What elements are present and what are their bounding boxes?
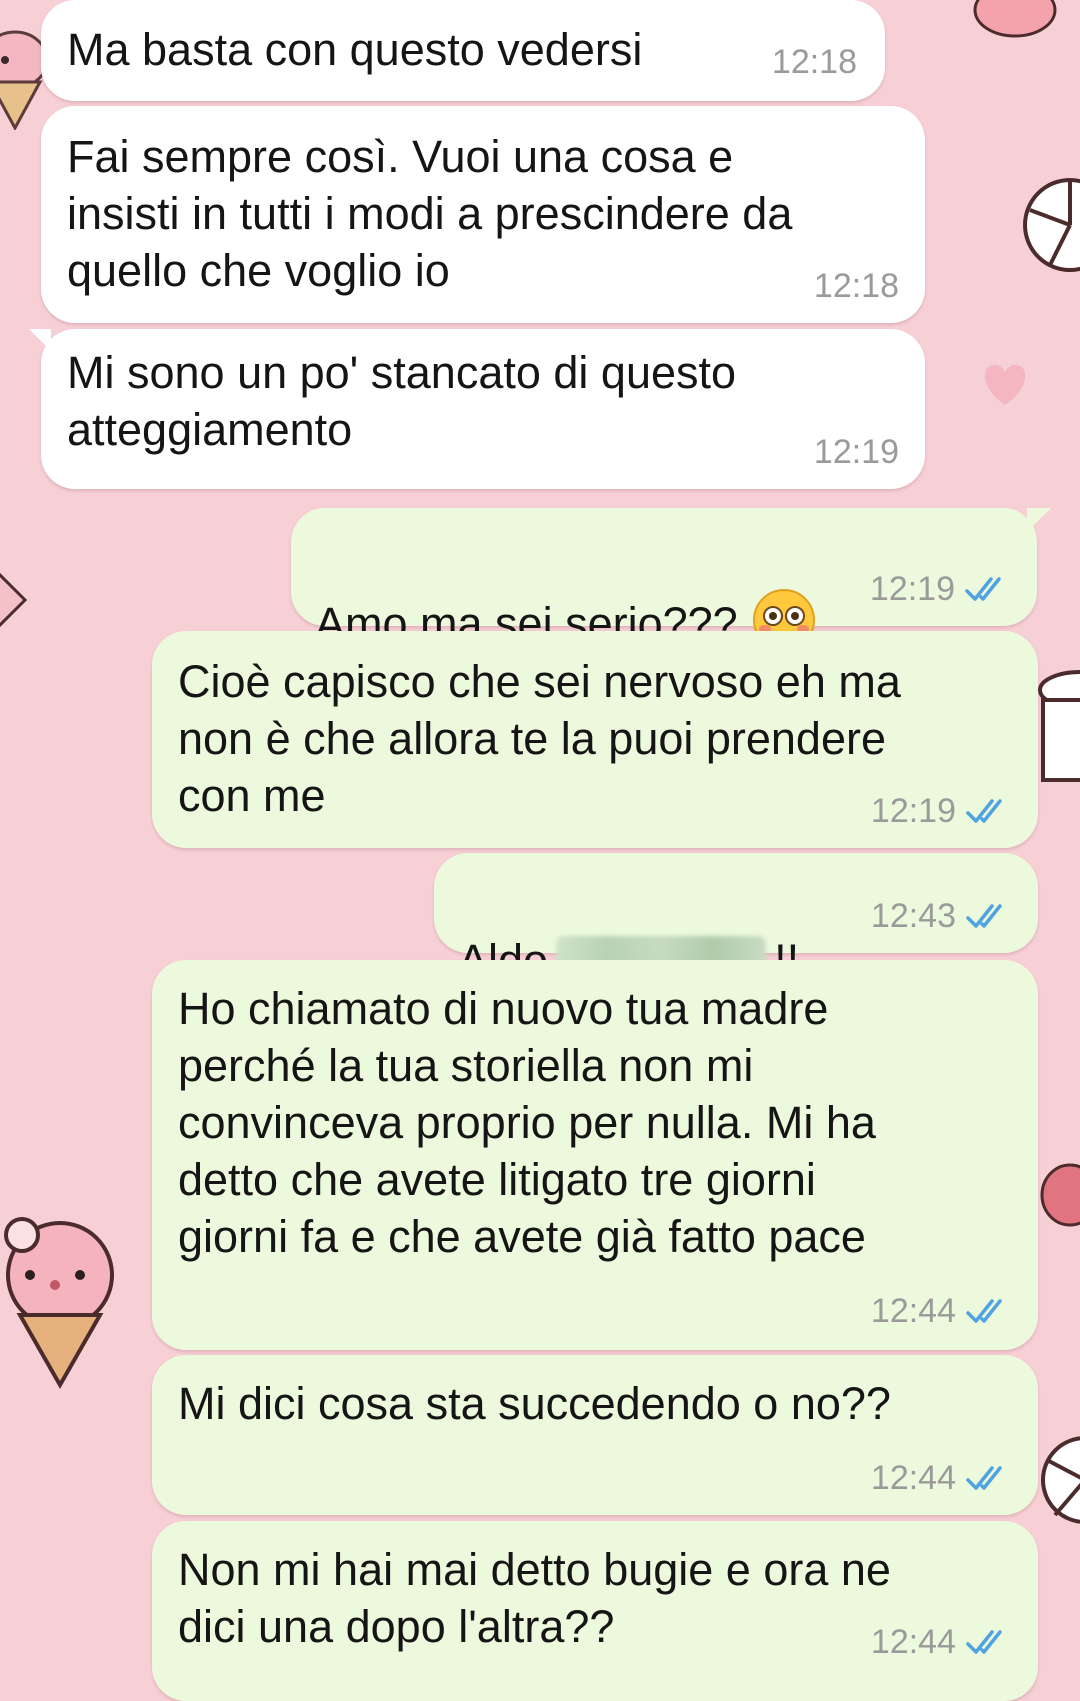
double-check-read-icon [965,577,1001,601]
message-text: Mi dici cosa sta succedendo o no?? [178,1378,891,1429]
message-meta: 12:44 [871,1292,1012,1330]
double-check-read-icon [966,1299,1002,1323]
message-time: 12:18 [813,267,899,305]
message-time: 12:19 [870,792,956,830]
message-meta: 12:44 [871,1459,1012,1497]
message-time: 12:44 [870,1459,956,1497]
message-text: Cioè capisco che sei nervoso eh ma non è… [178,656,901,821]
outgoing-message[interactable]: Aldo!! 12:43 [434,853,1038,993]
outgoing-message[interactable]: Ho chiamato di nuovo tua madre perché la… [152,960,1038,1350]
message-meta: 12:19 [870,570,1011,608]
outgoing-message[interactable]: Cioè capisco che sei nervoso eh ma non è… [152,631,1038,848]
double-check-read-icon [966,799,1002,823]
message-time: 12:19 [869,570,955,608]
outgoing-message[interactable]: Mi dici cosa sta succedendo o no?? 12:44 [152,1355,1038,1515]
message-text: Fai sempre così. Vuoi una cosa e insisti… [67,131,793,296]
message-text: Mi sono un po' stancato di questo attegg… [67,347,737,455]
message-meta: 12:19 [814,433,899,471]
outgoing-message[interactable]: Non mi hai mai detto bugie e ora ne dici… [152,1521,1038,1701]
bubble-tail [29,329,51,351]
double-check-read-icon [966,1466,1002,1490]
message-time: 12:19 [813,433,899,471]
message-text: Non mi hai mai detto bugie e ora ne dici… [178,1544,891,1652]
message-time: 12:44 [870,1623,956,1661]
bubble-tail [1027,508,1051,532]
message-meta: 12:19 [871,792,1012,830]
double-check-read-icon [966,904,1002,928]
message-time: 12:18 [771,43,857,81]
outgoing-message[interactable]: Amo ma sei serio??? 12:19 [291,508,1051,652]
message-time: 12:43 [870,897,956,935]
incoming-message[interactable]: Ma basta con questo vedersi 12:18 [41,0,885,101]
message-text: Ho chiamato di nuovo tua madre perché la… [178,983,876,1262]
message-time: 12:44 [870,1292,956,1330]
incoming-message[interactable]: Mi sono un po' stancato di questo attegg… [29,329,925,489]
incoming-message[interactable]: Fai sempre così. Vuoi una cosa e insisti… [41,106,925,323]
message-text: Ma basta con questo vedersi [67,24,643,75]
message-list[interactable]: Ma basta con questo vedersi 12:18 Fai se… [0,0,1080,1701]
message-meta: 12:43 [871,897,1012,935]
double-check-read-icon [966,1630,1002,1654]
message-meta: 12:18 [772,43,857,81]
message-meta: 12:18 [814,267,899,305]
message-meta: 12:44 [871,1623,1012,1661]
